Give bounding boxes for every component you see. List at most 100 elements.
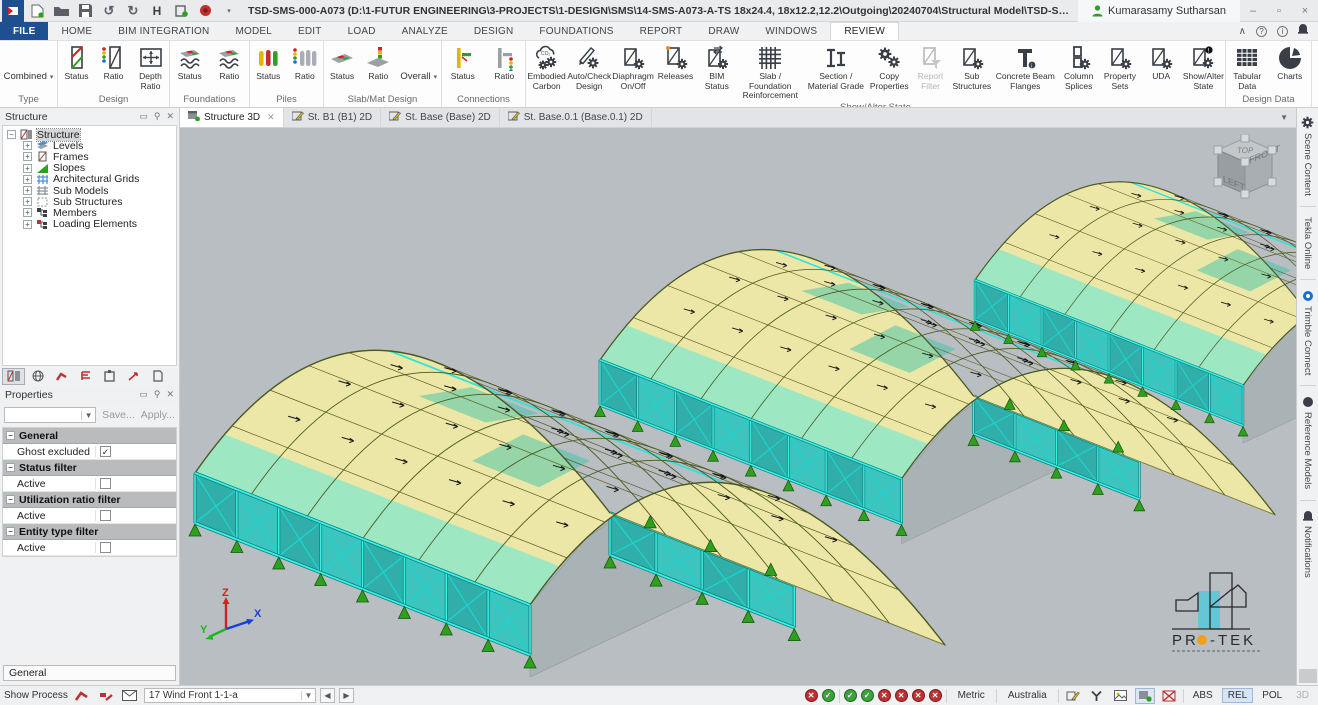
pin-panel-icon[interactable]: ⚲: [154, 111, 161, 122]
ribbon-button-section-material-grade[interactable]: Section / Material Grade: [803, 43, 869, 92]
region-label[interactable]: Australia: [1001, 690, 1054, 701]
info-icon[interactable]: i: [1277, 26, 1288, 37]
loads-icon[interactable]: [74, 368, 97, 385]
sidebar-tab-reference-models[interactable]: Reference Models: [1302, 388, 1314, 497]
toggle-abs[interactable]: ABS: [1188, 689, 1218, 702]
ribbon-tab-file[interactable]: FILE: [0, 22, 48, 40]
ribbon-button-status[interactable]: Status: [442, 43, 484, 83]
tekla-logo[interactable]: [2, 2, 24, 20]
status-indicator-3[interactable]: ✓: [844, 689, 857, 702]
ribbon-tab-model[interactable]: MODEL: [222, 22, 285, 40]
selection-icon[interactable]: [1135, 688, 1155, 704]
3d-viewport[interactable]: TOP LEFT FRONT Z X Y PR -TEK: [180, 128, 1296, 685]
open-folder-icon[interactable]: [50, 2, 72, 20]
tree-item-architectural-grids[interactable]: +Architectural Grids: [7, 174, 176, 185]
ribbon-button-ratio[interactable]: Ratio: [484, 43, 526, 83]
status-indicator-5[interactable]: ✕: [878, 689, 891, 702]
member-flag-icon[interactable]: [96, 688, 116, 704]
save-icon[interactable]: [74, 2, 96, 20]
slope-icon[interactable]: [122, 368, 145, 385]
validate-icon[interactable]: H: [146, 2, 168, 20]
help-icon[interactable]: ?: [1256, 26, 1267, 37]
ribbon-button-column-splices[interactable]: Column Splices: [1058, 43, 1099, 92]
record-icon[interactable]: [194, 2, 216, 20]
collapse-icon[interactable]: −: [6, 463, 15, 472]
ribbon-tab-windows[interactable]: WINDOWS: [752, 22, 830, 40]
draw-select-icon[interactable]: [1063, 688, 1083, 704]
status-indicator-6[interactable]: ✕: [895, 689, 908, 702]
view-tab-structure-3d[interactable]: Structure 3D✕: [180, 108, 284, 127]
ribbon-button-status[interactable]: Status: [58, 43, 95, 83]
ribbon-tab-design[interactable]: DESIGN: [461, 22, 527, 40]
ribbon-button-diaphragm-on-off[interactable]: Diaphragm On/Off: [611, 43, 655, 92]
property-group-header[interactable]: −Utilization ratio filter: [3, 492, 176, 508]
new-file-icon[interactable]: [26, 2, 48, 20]
publish-check-icon[interactable]: [170, 2, 192, 20]
member-icon[interactable]: [72, 688, 92, 704]
tree-expand-icon[interactable]: +: [23, 197, 32, 206]
loadcase-combo[interactable]: 17 Wind Front 1-1-a▼: [144, 688, 316, 703]
next-loadcase-button[interactable]: ▶: [339, 688, 354, 703]
close-button[interactable]: ×: [1292, 5, 1318, 17]
tree-expand-icon[interactable]: +: [23, 164, 32, 173]
ribbon-button-depth-ratio[interactable]: Depth Ratio: [132, 43, 169, 92]
ribbon-tab-analyze[interactable]: ANALYZE: [389, 22, 461, 40]
ribbon-dropdown-overall[interactable]: Overall▾: [396, 69, 441, 84]
ribbon-tab-report[interactable]: REPORT: [627, 22, 696, 40]
view-tab-st-b1-b1-2d[interactable]: St. B1 (B1) 2D: [284, 108, 381, 127]
member-icon[interactable]: [50, 368, 73, 385]
tree-collapse-icon[interactable]: −: [7, 130, 16, 139]
ribbon-button-status[interactable]: Status: [250, 43, 287, 83]
sidebar-tab-notifications[interactable]: Notifications: [1302, 503, 1313, 586]
sidebar-tab-scene-content[interactable]: Scene Content: [1301, 108, 1314, 204]
ribbon-button-concrete-beam-flanges[interactable]: iConcrete Beam Flanges: [992, 43, 1058, 92]
property-group-header[interactable]: −Entity type filter: [3, 524, 176, 540]
ribbon-tab-home[interactable]: HOME: [48, 22, 105, 40]
minimize-button[interactable]: –: [1240, 5, 1266, 17]
ribbon-tab-review[interactable]: REVIEW: [830, 22, 899, 40]
tree-item-slopes[interactable]: +Slopes: [7, 163, 176, 174]
float-panel-icon[interactable]: ▭: [139, 389, 148, 400]
ribbon-button-uda[interactable]: UDA: [1141, 43, 1182, 83]
ribbon-button-bim-status[interactable]: BIM Status: [696, 43, 737, 92]
ribbon-button-tabular-data[interactable]: Tabular Data: [1226, 43, 1269, 92]
property-group-header[interactable]: −Status filter: [3, 460, 176, 476]
close-panel-icon[interactable]: ✕: [166, 111, 174, 122]
ribbon-button-sub-structures[interactable]: Sub Structures: [951, 43, 992, 92]
globe-icon[interactable]: [26, 368, 49, 385]
ribbon-button-copy-properties[interactable]: Copy Properties: [869, 43, 910, 92]
node-branch-icon[interactable]: [1087, 688, 1107, 704]
ribbon-tab-edit[interactable]: EDIT: [285, 22, 335, 40]
structure-tree[interactable]: −Structure+Levels+Frames+Slopes+Architec…: [2, 125, 177, 366]
sidebar-tab-trimble-connect[interactable]: Trimble Connect: [1302, 282, 1314, 383]
status-indicator-8[interactable]: ✕: [929, 689, 942, 702]
tree-expand-icon[interactable]: +: [23, 175, 32, 184]
units-label[interactable]: Metric: [951, 690, 992, 701]
apply-button[interactable]: Apply...: [141, 409, 175, 421]
checkbox[interactable]: [100, 542, 111, 553]
ribbon-tab-bim-integration[interactable]: BIM INTEGRATION: [105, 22, 222, 40]
tree-item-frames[interactable]: +Frames: [7, 151, 176, 162]
tree-expand-icon[interactable]: +: [23, 152, 32, 161]
pin-panel-icon[interactable]: ⚲: [154, 389, 161, 400]
checkbox[interactable]: ✓: [100, 446, 111, 457]
checkbox[interactable]: [100, 510, 111, 521]
checkbox[interactable]: [100, 478, 111, 489]
box-icon[interactable]: [98, 368, 121, 385]
status-indicator-4[interactable]: ✓: [861, 689, 874, 702]
ribbon-button-report-filter[interactable]: Report Filter: [910, 43, 951, 92]
tree-item-levels[interactable]: +Levels: [7, 140, 176, 151]
close-panel-icon[interactable]: ✕: [166, 389, 174, 400]
ribbon-button-ratio[interactable]: Ratio: [287, 43, 324, 83]
ribbon-tab-draw[interactable]: DRAW: [695, 22, 752, 40]
ribbon-button-releases[interactable]: Releases: [655, 43, 696, 83]
ribbon-button-status[interactable]: Status: [324, 43, 360, 83]
ribbon-button-auto-check-design[interactable]: Auto/Check Design: [567, 43, 611, 92]
envelope-icon[interactable]: [120, 688, 140, 704]
ribbon-button-slab-foundation-reinforcement[interactable]: Slab / Foundation Reinforcement: [737, 43, 803, 102]
maximize-button[interactable]: ▫: [1266, 5, 1292, 17]
status-indicator-2[interactable]: ✓: [822, 689, 835, 702]
close-tab-icon[interactable]: ✕: [267, 112, 275, 123]
status-indicator-7[interactable]: ✕: [912, 689, 925, 702]
tree-expand-icon[interactable]: +: [23, 141, 32, 150]
